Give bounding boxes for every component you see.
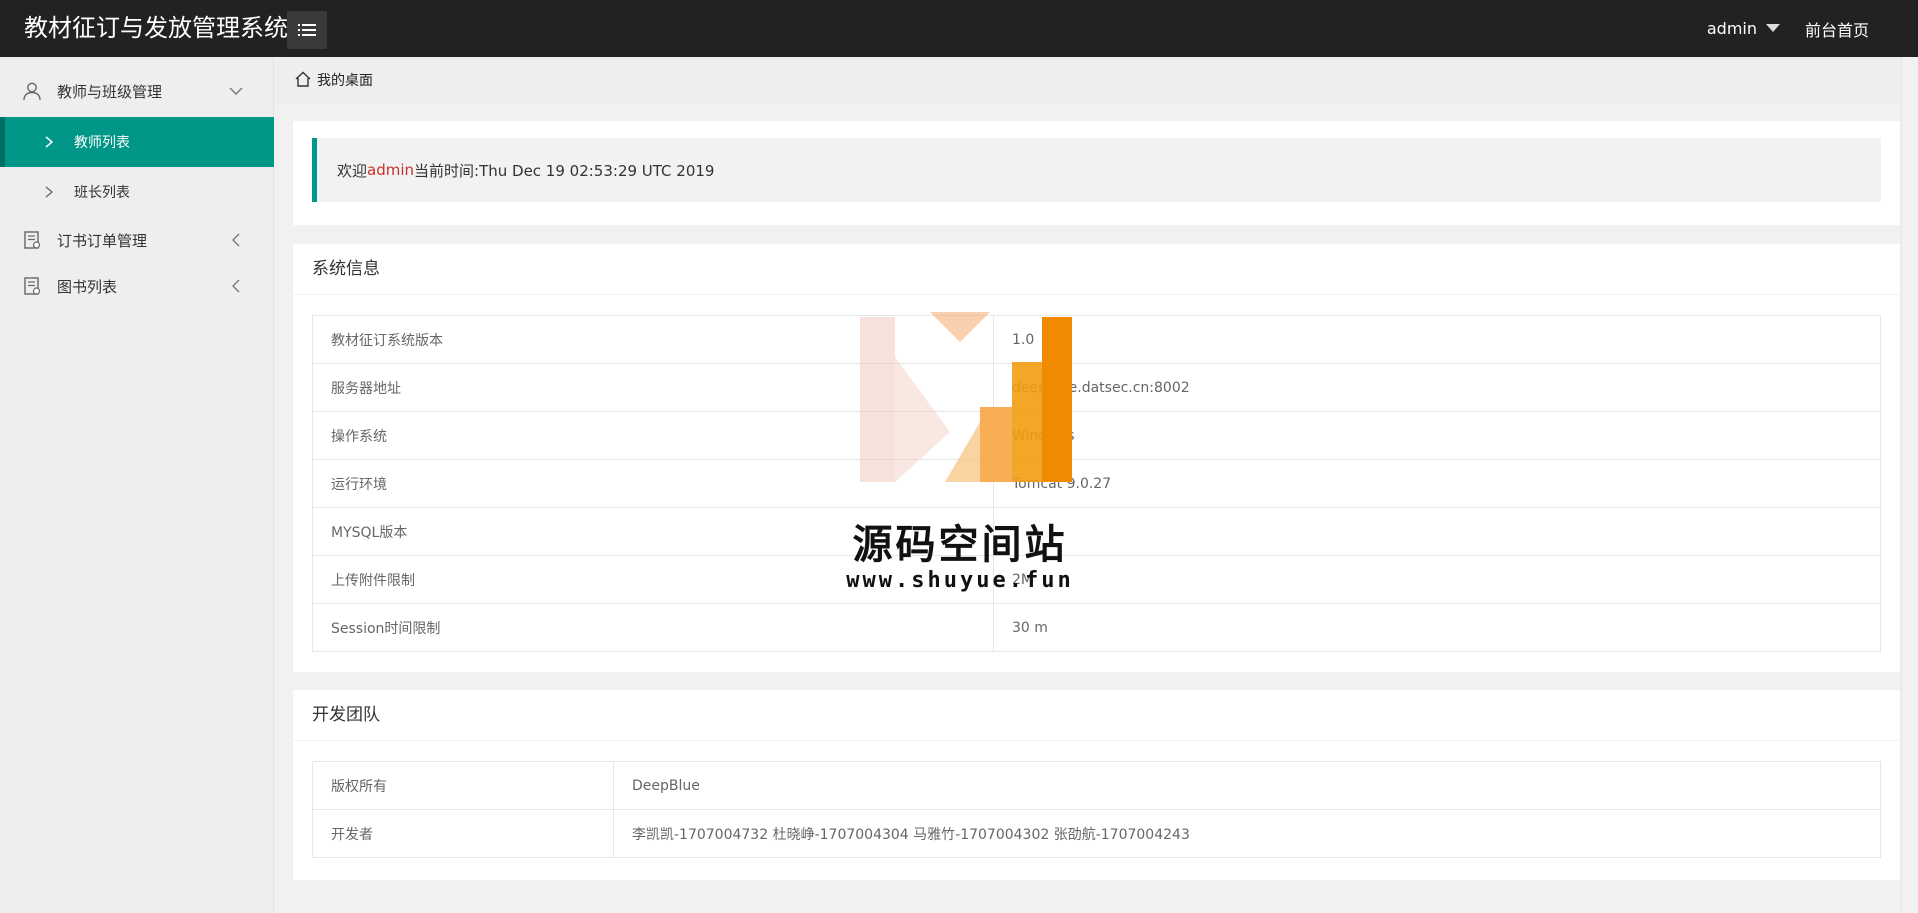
breadcrumb-current[interactable]: 我的桌面 (317, 70, 373, 90)
row-key: 版权所有 (312, 761, 614, 810)
sidebar-group-book-list[interactable]: 图书列表 (0, 263, 274, 309)
current-time: 当前时间:Thu Dec 19 02:53:29 UTC 2019 (414, 161, 715, 180)
sidebar-item-label: 教师列表 (74, 135, 130, 151)
row-value: deepblue.datsec.cn:8002 (993, 363, 1881, 412)
row-key: 教材征订系统版本 (312, 315, 994, 364)
welcome-card: 欢迎 admin 当前时间:Thu Dec 19 02:53:29 UTC 20… (293, 121, 1900, 225)
row-value (993, 507, 1881, 556)
row-value: 李凯凯-1707004732 杜晓峥-1707004304 马雅竹-170700… (613, 809, 1881, 858)
table-row: 上传附件限制 2M (312, 555, 1881, 604)
row-value: Windows (993, 411, 1881, 460)
scrollbar-track[interactable] (1901, 57, 1918, 913)
document-icon (24, 231, 41, 249)
app-title: 教材征订与发放管理系统 (24, 14, 288, 42)
table-row: Session时间限制 30 m (312, 603, 1881, 652)
row-value: 2M (993, 555, 1881, 604)
row-value: DeepBlue (613, 761, 1881, 810)
row-key: 运行环境 (312, 459, 994, 508)
table-row: 运行环境 Tomcat 9.0.27 (312, 459, 1881, 508)
table-row: 版权所有 DeepBlue (312, 761, 1881, 810)
welcome-user: admin (367, 161, 415, 179)
sidebar-group-label: 教师与班级管理 (57, 82, 163, 101)
row-value: 1.0 (993, 315, 1881, 364)
dev-team-table: 版权所有 DeepBlue 开发者 李凯凯-1707004732 杜晓峥-17070… (312, 761, 1881, 858)
table-row: MYSQL版本 (312, 507, 1881, 556)
row-key: 服务器地址 (312, 363, 994, 412)
chevron-right-icon (45, 186, 54, 198)
chevron-left-icon (232, 233, 240, 247)
row-key: 操作系统 (312, 411, 994, 460)
main-content: 我的桌面 欢迎 admin 当前时间:Thu Dec 19 02:53:29 U… (274, 57, 1918, 913)
welcome-message: 欢迎 admin 当前时间:Thu Dec 19 02:53:29 UTC 20… (312, 138, 1881, 202)
table-row: 服务器地址 deepblue.datsec.cn:8002 (312, 363, 1881, 412)
list-icon (298, 24, 316, 36)
sidebar-item-monitor-list[interactable]: 班长列表 (0, 167, 274, 217)
sidebar-item-teacher-list[interactable]: 教师列表 (0, 117, 274, 167)
table-row: 教材征订系统版本 1.0 (312, 315, 1881, 364)
front-page-link[interactable]: 前台首页 (1805, 0, 1869, 57)
menu-toggle-button[interactable] (287, 11, 327, 49)
card-title: 开发团队 (293, 690, 1900, 741)
document-icon (24, 277, 41, 295)
caret-down-icon (1766, 23, 1780, 32)
row-key: Session时间限制 (312, 603, 994, 652)
welcome-prefix: 欢迎 (337, 161, 368, 180)
sidebar-item-label: 班长列表 (74, 185, 130, 201)
dev-team-card: 开发团队 版权所有 DeepBlue 开发者 李凯凯-1707004732 杜晓峥-… (293, 690, 1900, 880)
sidebar-group-book-orders[interactable]: 订书订单管理 (0, 217, 274, 263)
system-info-card: 系统信息 教材征订系统版本 1.0 服务器地址 deepblue.datsec.cn… (293, 244, 1900, 672)
sidebar-group-label: 图书列表 (57, 277, 118, 296)
top-header: 教材征订与发放管理系统 admin 前台首页 (0, 0, 1918, 57)
row-value: 30 m (993, 603, 1881, 652)
row-key: 开发者 (312, 809, 614, 858)
table-row: 开发者 李凯凯-1707004732 杜晓峥-1707004304 马雅竹-170… (312, 809, 1881, 858)
user-icon (23, 82, 41, 101)
chevron-left-icon (232, 279, 240, 293)
user-menu[interactable]: admin (1707, 0, 1780, 57)
sidebar-group-teacher-class[interactable]: 教师与班级管理 (0, 68, 274, 114)
table-row: 操作系统 Windows (312, 411, 1881, 460)
card-title: 系统信息 (293, 244, 1900, 295)
watermark-title: 源码空间站 (852, 522, 1068, 568)
home-icon[interactable] (294, 70, 312, 88)
user-menu-label: admin (1706, 19, 1757, 38)
chevron-right-icon (45, 136, 54, 148)
sidebar: 教师与班级管理 教师列表 班长列表 订书订单管理 图书列表 (0, 57, 274, 913)
watermark-url: www.shuyue.fun (846, 568, 1074, 593)
breadcrumb: 我的桌面 (274, 57, 1918, 103)
row-value: Tomcat 9.0.27 (993, 459, 1881, 508)
system-info-table: 教材征订系统版本 1.0 服务器地址 deepblue.datsec.cn:8002… (312, 315, 1881, 652)
sidebar-group-label: 订书订单管理 (57, 231, 148, 250)
chevron-down-icon (229, 87, 243, 95)
